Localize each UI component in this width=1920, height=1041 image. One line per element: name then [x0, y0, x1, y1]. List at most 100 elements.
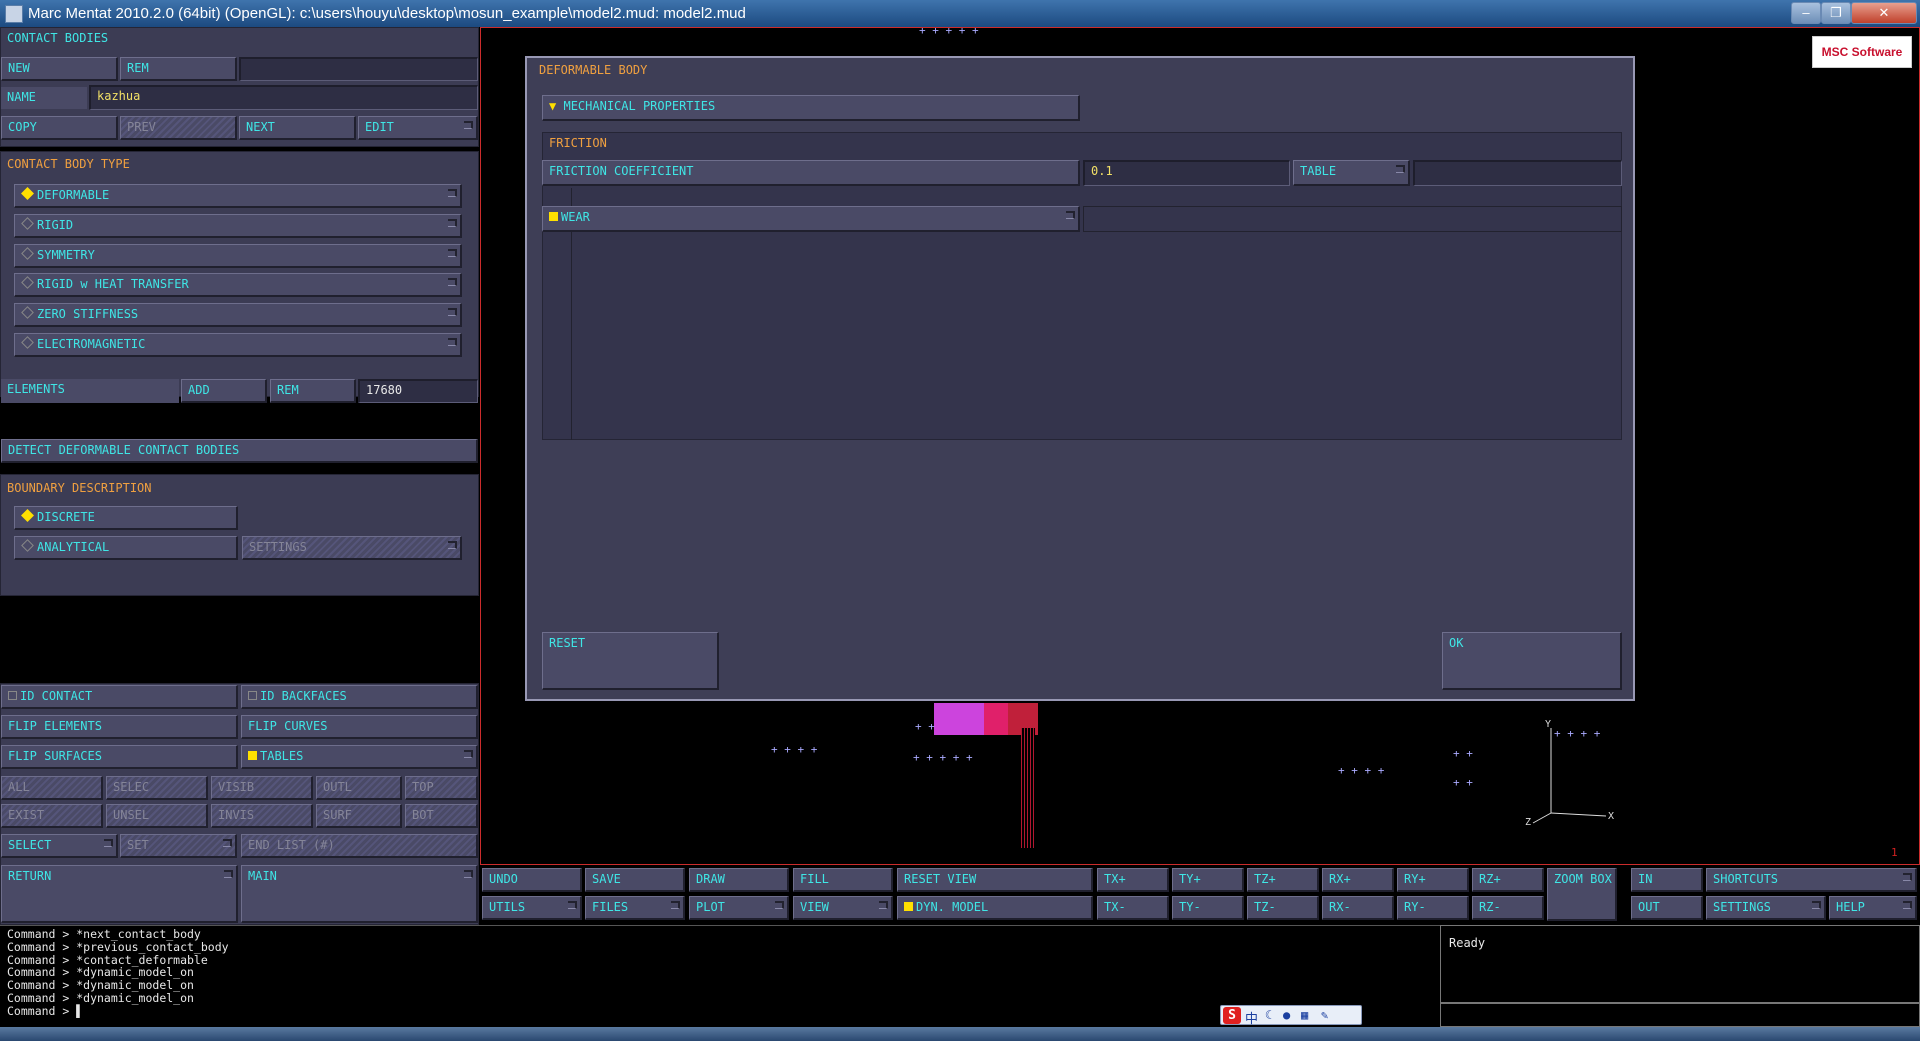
table-field[interactable] [1413, 160, 1622, 186]
flip-surfaces-button[interactable]: FLIP SURFACES [1, 745, 238, 769]
tools-icon[interactable]: ✎ [1321, 1008, 1328, 1022]
triangle-down-icon: ▼ [549, 99, 557, 113]
radio-icon [21, 336, 34, 349]
wear-button[interactable]: WEAR [542, 206, 1080, 232]
boundary-heading: BOUNDARY DESCRIPTION [7, 481, 152, 495]
ty-minus-button[interactable]: TY- [1172, 896, 1244, 920]
discrete-button[interactable]: DISCRETE [14, 506, 238, 530]
type-zero-stiffness-button[interactable]: ZERO STIFFNESS [14, 303, 462, 327]
maximize-button[interactable]: ❐ [1821, 2, 1851, 24]
save-button[interactable]: SAVE [585, 868, 685, 892]
ime-logo-icon: S [1223, 1007, 1241, 1024]
flip-elements-button[interactable]: FLIP ELEMENTS [1, 715, 238, 739]
status-box-secondary [1440, 1003, 1920, 1027]
model-shaft [1021, 728, 1035, 848]
elements-add-button[interactable]: ADD [181, 379, 267, 403]
rem-field[interactable] [239, 57, 478, 81]
console-line: Command > *dynamic_model_on [7, 978, 194, 993]
sel-top-button[interactable]: TOP [405, 776, 478, 800]
set-button[interactable]: SET [120, 834, 237, 858]
rx-minus-button[interactable]: RX- [1322, 896, 1394, 920]
reset-button[interactable]: RESET [542, 632, 719, 690]
type-deformable-button[interactable]: DEFORMABLE [14, 184, 462, 208]
type-rigid-button[interactable]: RIGID [14, 214, 462, 238]
sel-visib-button[interactable]: VISIB [211, 776, 313, 800]
checkbox-checked-icon [904, 902, 913, 911]
keyboard-icon[interactable]: ▦ [1301, 1008, 1308, 1022]
tables-label: TABLES [260, 749, 304, 763]
ime-toolbar[interactable]: S 中 ☾ ● ▦ ✎ [1220, 1005, 1362, 1027]
boundary-settings-button[interactable]: SETTINGS [242, 536, 462, 560]
plot-button[interactable]: PLOT [689, 896, 789, 920]
rz-minus-button[interactable]: RZ- [1472, 896, 1544, 920]
sel-selec-button[interactable]: SELEC [106, 776, 208, 800]
sel-surf-button[interactable]: SURF [316, 804, 402, 828]
dyn-model-button[interactable]: DYN. MODEL [897, 896, 1093, 920]
id-backfaces-button[interactable]: ID BACKFACES [241, 685, 478, 709]
sel-all-button[interactable]: ALL [1, 776, 103, 800]
settings-button[interactable]: SETTINGS [1706, 896, 1826, 920]
minimize-button[interactable]: – [1791, 2, 1821, 24]
return-button[interactable]: RETURN [1, 865, 238, 923]
zoom-in-button[interactable]: IN [1631, 868, 1703, 892]
tables-button[interactable]: TABLES [241, 745, 478, 769]
type-electromagnetic-button[interactable]: ELECTROMAGNETIC [14, 333, 462, 357]
mic-icon[interactable]: ● [1283, 1008, 1290, 1022]
node-marker: + + + + + [919, 24, 979, 37]
next-button[interactable]: NEXT [239, 116, 356, 140]
sel-unsel-button[interactable]: UNSEL [106, 804, 208, 828]
select-button[interactable]: SELECT [1, 834, 118, 858]
sel-bot-button[interactable]: BOT [405, 804, 478, 828]
view-button[interactable]: VIEW [793, 896, 893, 920]
table-button[interactable]: TABLE [1293, 160, 1410, 186]
close-button[interactable]: ✕ [1851, 2, 1917, 24]
rem-button[interactable]: REM [120, 57, 237, 81]
friction-coefficient-field[interactable]: 0.1 [1083, 160, 1290, 186]
copy-button[interactable]: COPY [1, 116, 118, 140]
help-button[interactable]: HELP [1829, 896, 1917, 920]
tx-minus-button[interactable]: TX- [1097, 896, 1169, 920]
tx-plus-button[interactable]: TX+ [1097, 868, 1169, 892]
tz-minus-button[interactable]: TZ- [1247, 896, 1319, 920]
type-symmetry-button[interactable]: SYMMETRY [14, 244, 462, 268]
fill-button[interactable]: FILL [793, 868, 893, 892]
tz-plus-button[interactable]: TZ+ [1247, 868, 1319, 892]
ry-minus-button[interactable]: RY- [1397, 896, 1469, 920]
draw-button[interactable]: DRAW [689, 868, 789, 892]
friction-heading: FRICTION [549, 136, 607, 150]
console-line: Command > *contact_deformable [7, 952, 208, 967]
ime-language-icon[interactable]: 中 [1245, 1008, 1258, 1027]
rx-plus-button[interactable]: RX+ [1322, 868, 1394, 892]
files-button[interactable]: FILES [585, 896, 685, 920]
zoom-out-button[interactable]: OUT [1631, 896, 1703, 920]
id-contact-button[interactable]: ID CONTACT [1, 685, 238, 709]
ok-button[interactable]: OK [1442, 632, 1622, 690]
end-list-button[interactable]: END LIST (#) [241, 834, 478, 858]
sel-exist-button[interactable]: EXIST [1, 804, 103, 828]
checkbox-checked-icon [549, 212, 558, 221]
moon-icon[interactable]: ☾ [1265, 1008, 1272, 1022]
flip-curves-button[interactable]: FLIP CURVES [241, 715, 478, 739]
ty-plus-button[interactable]: TY+ [1172, 868, 1244, 892]
main-button[interactable]: MAIN [241, 865, 478, 923]
detect-deformable-button[interactable]: DETECT DEFORMABLE CONTACT BODIES [1, 439, 478, 463]
sel-invis-button[interactable]: INVIS [211, 804, 313, 828]
name-label: NAME [1, 87, 87, 109]
edit-button[interactable]: EDIT [358, 116, 478, 140]
utils-button[interactable]: UTILS [482, 896, 582, 920]
new-button[interactable]: NEW [1, 57, 118, 81]
type-rigid-heat-button[interactable]: RIGID w HEAT TRANSFER [14, 273, 462, 297]
friction-coefficient-button[interactable]: FRICTION COEFFICIENT [542, 160, 1080, 186]
rz-plus-button[interactable]: RZ+ [1472, 868, 1544, 892]
sel-outl-button[interactable]: OUTL [316, 776, 402, 800]
reset-view-button[interactable]: RESET VIEW [897, 868, 1093, 892]
name-field[interactable]: kazhua [89, 85, 478, 110]
shortcuts-button[interactable]: SHORTCUTS [1706, 868, 1917, 892]
prev-button[interactable]: PREV [120, 116, 237, 140]
undo-button[interactable]: UNDO [482, 868, 582, 892]
analytical-button[interactable]: ANALYTICAL [14, 536, 238, 560]
ry-plus-button[interactable]: RY+ [1397, 868, 1469, 892]
zoom-box-button[interactable]: ZOOM BOX [1547, 868, 1617, 921]
elements-rem-button[interactable]: REM [270, 379, 356, 403]
mechanical-properties-button[interactable]: ▼ MECHANICAL PROPERTIES [542, 95, 1080, 121]
